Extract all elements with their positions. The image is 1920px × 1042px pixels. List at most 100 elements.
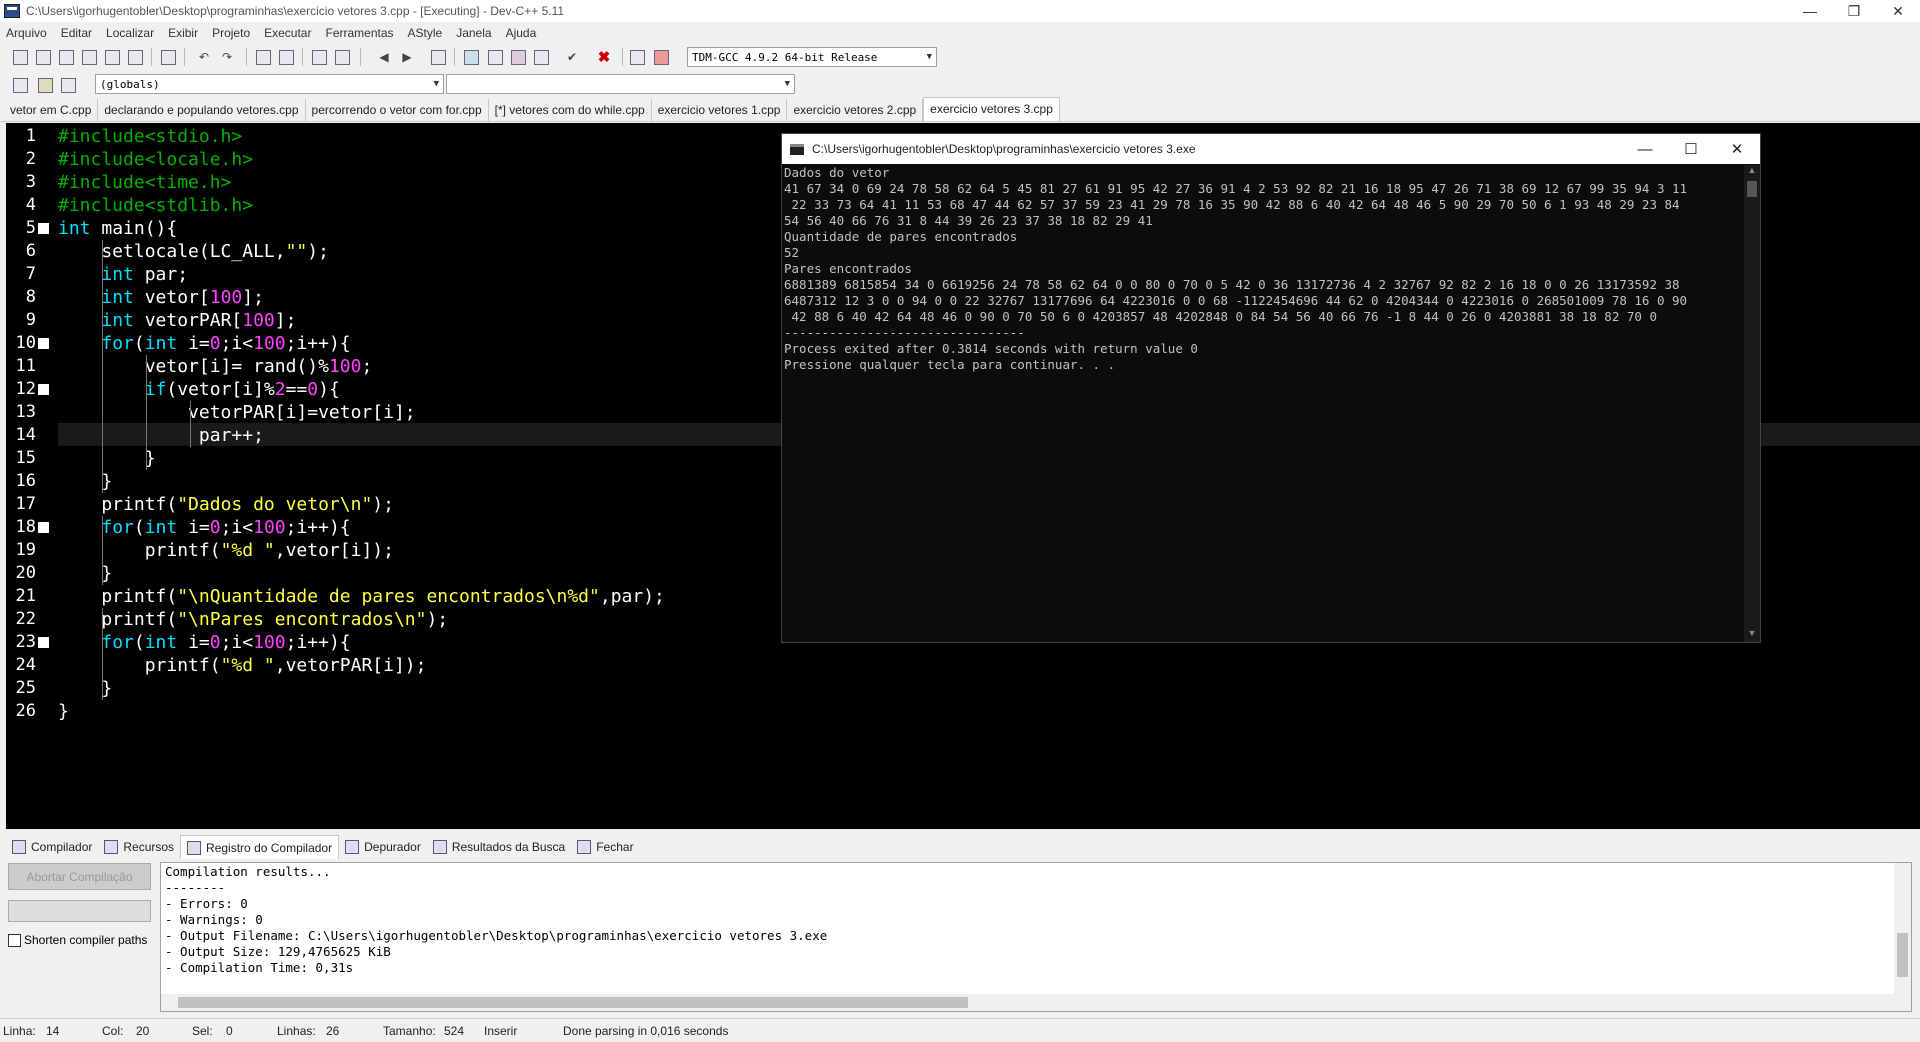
close-all-icon[interactable]: [125, 47, 145, 67]
code-token: );: [426, 609, 449, 630]
tab-vetores-do-while[interactable]: [*] vetores com do while.cpp: [488, 99, 652, 121]
devcpp-app-icon: [4, 4, 20, 18]
log-vertical-scrollbar[interactable]: [1894, 863, 1911, 1011]
code-token: }: [58, 678, 113, 699]
menu-executar[interactable]: Executar: [264, 26, 311, 40]
console-line: 6487312 12 3 0 0 94 0 0 22 32767 1317769…: [784, 293, 1688, 308]
title-bar: C:\Users\igorhugentobler\Desktop\program…: [0, 0, 1920, 22]
debug-icon[interactable]: [651, 47, 671, 67]
log-line: - Output Size: 129,4765625 KiB: [165, 944, 391, 959]
scroll-thumb[interactable]: [1897, 933, 1908, 977]
console-line: Dados do vetor: [784, 165, 890, 180]
forward-icon[interactable]: ▶: [397, 47, 417, 67]
run-icon[interactable]: [485, 47, 505, 67]
compile-run-icon[interactable]: [508, 47, 528, 67]
bottom-tab-registro-do-compilador[interactable]: Registro do Compilador: [180, 835, 340, 859]
code-token: 100: [242, 310, 275, 331]
code-token: main(){: [90, 218, 178, 239]
fold-toggle-icon[interactable]: [38, 384, 49, 395]
bottom-tab-recursos[interactable]: Recursos: [98, 835, 180, 859]
menu-ferramentas[interactable]: Ferramentas: [325, 26, 393, 40]
indent-icon[interactable]: [309, 47, 329, 67]
maximize-button[interactable]: ❐: [1832, 0, 1876, 22]
menu-arquivo[interactable]: Arquivo: [6, 26, 47, 40]
insert-icon[interactable]: [10, 75, 30, 95]
menu-ajuda[interactable]: Ajuda: [506, 26, 537, 40]
status-col-value: 20: [136, 1024, 150, 1038]
menu-exibir[interactable]: Exibir: [168, 26, 198, 40]
tab-exercicio-vetores-2[interactable]: exercicio vetores 2.cpp: [787, 99, 924, 121]
line-number: 22: [15, 609, 36, 629]
menu-astyle[interactable]: AStyle: [408, 26, 443, 40]
stop-execution-icon[interactable]: ✖: [594, 47, 614, 67]
status-lines-label: Linhas:: [277, 1024, 316, 1038]
checkbox-box[interactable]: [8, 933, 21, 947]
menu-localizar[interactable]: Localizar: [106, 26, 154, 40]
back-icon[interactable]: ◀: [374, 47, 394, 67]
shorten-paths-checkbox[interactable]: Shorten compiler paths: [8, 933, 147, 947]
tab-vetor-em-c[interactable]: vetor em C.cpp: [4, 99, 99, 121]
toggle-icon[interactable]: [58, 75, 78, 95]
compile-icon[interactable]: [461, 47, 481, 67]
fold-toggle-icon[interactable]: [38, 637, 49, 648]
code-token: printf(: [58, 586, 178, 607]
save-all-icon[interactable]: [79, 47, 99, 67]
replace-icon[interactable]: [276, 47, 296, 67]
close-file-icon[interactable]: [102, 47, 122, 67]
status-bar: Linha: 14 Col: 20 Sel: 0 Linhas: 26 Tama…: [0, 1018, 1920, 1042]
new-file-icon[interactable]: [10, 47, 30, 67]
compiler-log[interactable]: Compilation results... -------- - Errors: …: [160, 862, 1912, 1012]
tab-exercicio-vetores-3[interactable]: exercicio vetores 3.cpp: [923, 97, 1060, 121]
console-close-button[interactable]: ✕: [1714, 134, 1760, 164]
toggle-bookmark-icon[interactable]: [428, 47, 448, 67]
tab-percorrendo-vetor[interactable]: percorrendo o vetor com for.cpp: [305, 99, 489, 121]
scroll-thumb[interactable]: [178, 997, 968, 1008]
code-token: ;i++){: [285, 517, 351, 538]
console-window[interactable]: C:\Users\igorhugentobler\Desktop\program…: [781, 133, 1761, 643]
abort-compilation-button[interactable]: Abortar Compilação: [8, 863, 151, 890]
tab-declarando-populando[interactable]: declarando e populando vetores.cpp: [98, 99, 306, 121]
undo-icon[interactable]: ↶: [194, 47, 214, 67]
redo-icon[interactable]: ↷: [217, 47, 237, 67]
rebuild-all-icon[interactable]: [531, 47, 551, 67]
status-size-value: 524: [444, 1024, 465, 1038]
close-button[interactable]: ✕: [1876, 0, 1920, 22]
goto-icon[interactable]: [35, 75, 55, 95]
minimize-button[interactable]: —: [1788, 0, 1832, 22]
menu-editar[interactable]: Editar: [61, 26, 92, 40]
line-number: 3: [25, 172, 36, 192]
compiler-select[interactable]: TDM-GCC 4.9.2 64-bit Release ▼: [687, 47, 937, 67]
bottom-tab-resultados-da-busca[interactable]: Resultados da Busca: [427, 835, 571, 859]
unindent-icon[interactable]: [332, 47, 352, 67]
code-token: int: [144, 333, 178, 354]
console-scrollbar[interactable]: ▲ ▼: [1744, 165, 1760, 642]
menu-projeto[interactable]: Projeto: [212, 26, 250, 40]
menu-janela[interactable]: Janela: [456, 26, 491, 40]
bottom-tab-fechar[interactable]: Fechar: [571, 835, 639, 859]
open-file-icon[interactable]: [33, 47, 53, 67]
bottom-tab-depurador[interactable]: Depurador: [339, 835, 427, 859]
fold-toggle-icon[interactable]: [38, 223, 49, 234]
console-title-bar: C:\Users\igorhugentobler\Desktop\program…: [782, 134, 1760, 164]
find-icon[interactable]: [253, 47, 273, 67]
member-select[interactable]: ▼: [446, 74, 795, 94]
code-line: setlocale(LC_ALL,"");: [58, 240, 329, 263]
tab-exercicio-vetores-1[interactable]: exercicio vetores 1.cpp: [651, 99, 788, 121]
save-icon[interactable]: [56, 47, 76, 67]
scroll-up-icon[interactable]: ▲: [1744, 165, 1760, 179]
scroll-thumb[interactable]: [1747, 181, 1757, 197]
code-token: ;: [361, 356, 373, 377]
bottom-tab-compilador[interactable]: Compilador: [6, 835, 98, 859]
fold-toggle-icon[interactable]: [38, 522, 49, 533]
profile-chart-icon[interactable]: [627, 47, 647, 67]
code-token: i=: [177, 333, 210, 354]
scope-select[interactable]: (globals) ▼: [95, 74, 444, 94]
print-icon[interactable]: [158, 47, 178, 67]
syntax-check-icon[interactable]: ✔: [562, 47, 582, 67]
console-maximize-button[interactable]: ☐: [1668, 134, 1714, 164]
line-number-gutter: 1 2 3 4 5 6 7 8 9 10 11 12 13 14 15 16 17 18 19 20 21 22 23 24 2…: [6, 123, 49, 829]
log-horizontal-scrollbar[interactable]: [161, 994, 1894, 1011]
console-minimize-button[interactable]: —: [1622, 134, 1668, 164]
scroll-down-icon[interactable]: ▼: [1744, 628, 1760, 642]
fold-toggle-icon[interactable]: [38, 338, 49, 349]
